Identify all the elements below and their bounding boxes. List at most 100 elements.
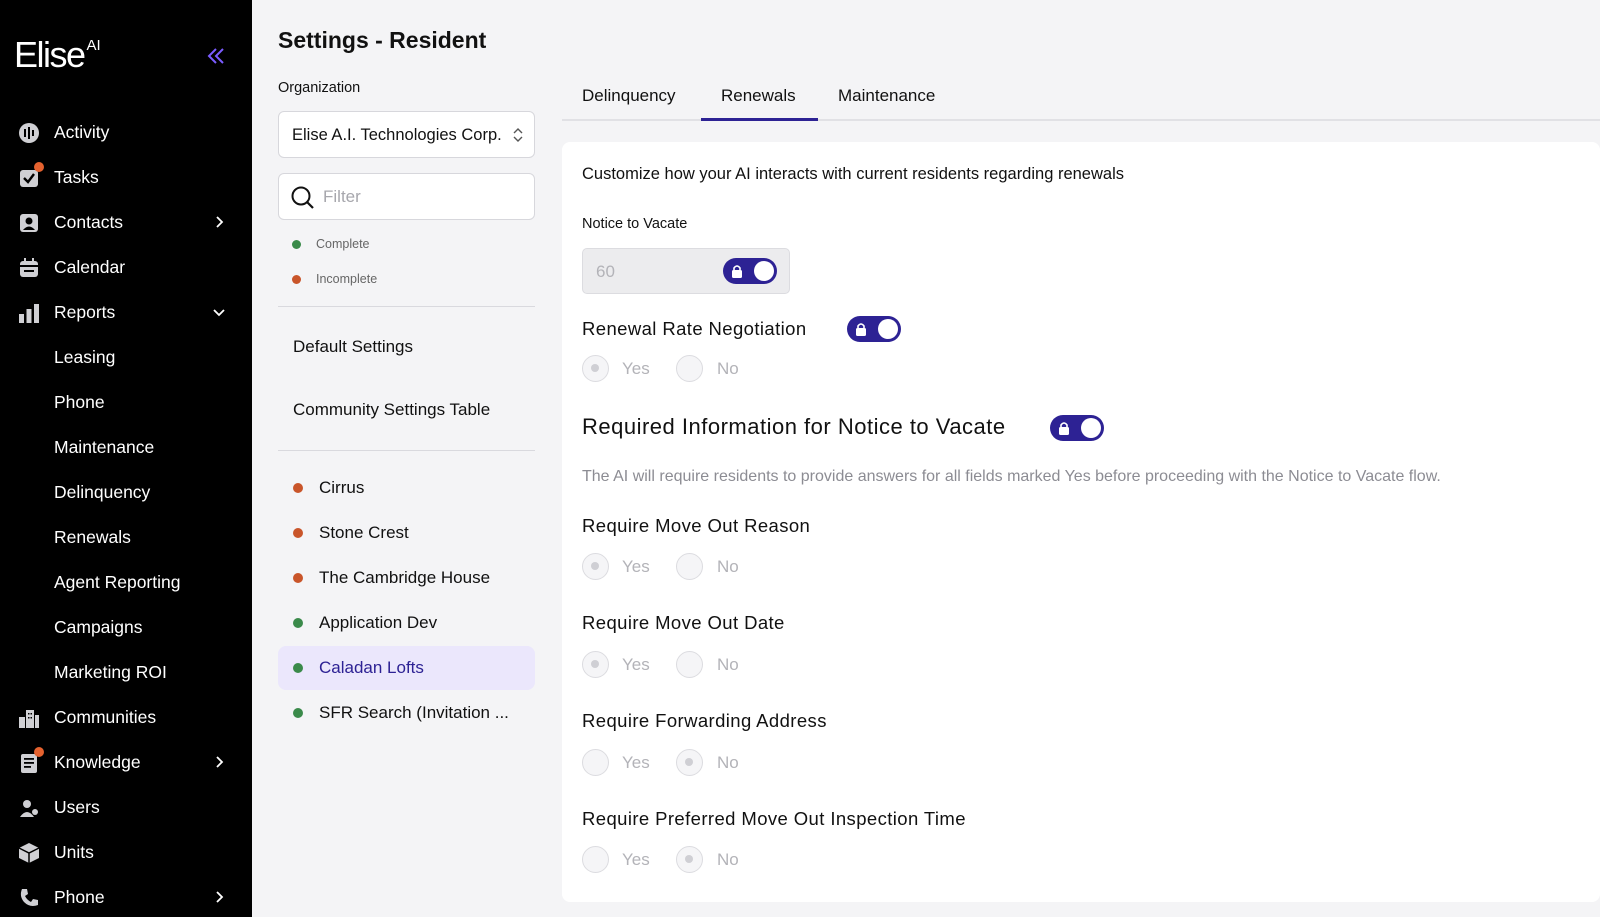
sidebar-item-phone-report[interactable]: Phone bbox=[0, 382, 252, 422]
sidebar-item-maintenance[interactable]: Maintenance bbox=[0, 427, 252, 467]
community-item-application-dev[interactable]: Application Dev bbox=[278, 601, 535, 645]
sidebar-item-label: Calendar bbox=[54, 256, 126, 277]
status-dot-complete bbox=[293, 708, 303, 718]
forwarding-address-no-radio[interactable] bbox=[676, 749, 703, 776]
tab-renewals[interactable]: Renewals bbox=[721, 86, 796, 106]
renewal-rate-negotiation-no-radio[interactable] bbox=[676, 355, 703, 382]
sidebar-item-tasks[interactable]: Tasks bbox=[0, 157, 252, 197]
community-name: SFR Search (Invitation ... bbox=[319, 703, 509, 722]
move-out-date-no-radio[interactable] bbox=[676, 651, 703, 678]
filter-field[interactable] bbox=[278, 173, 535, 220]
sidebar-item-delinquency[interactable]: Delinquency bbox=[0, 472, 252, 512]
sidebar-item-label: Communities bbox=[54, 706, 157, 727]
toggle-knob bbox=[878, 319, 898, 339]
sidebar-item-calendar[interactable]: Calendar bbox=[0, 247, 252, 287]
community-item-cirrus[interactable]: Cirrus bbox=[278, 466, 535, 510]
renewal-rate-negotiation-yes-radio[interactable] bbox=[582, 355, 609, 382]
sidebar-item-agent-reporting[interactable]: Agent Reporting bbox=[0, 562, 252, 602]
radio-label-no: No bbox=[717, 655, 739, 674]
required-information-lock-toggle[interactable] bbox=[1050, 415, 1104, 441]
require-forwarding-address-title: Require Forwarding Address bbox=[582, 710, 827, 731]
community-name: Cirrus bbox=[319, 478, 365, 497]
sidebar-item-communities[interactable]: Communities bbox=[0, 697, 252, 737]
renewals-intro-text: Customize how your AI interacts with cur… bbox=[582, 165, 1124, 183]
communities-icon bbox=[19, 710, 39, 728]
lock-icon bbox=[856, 323, 866, 336]
require-move-out-reason-title: Require Move Out Reason bbox=[582, 515, 811, 536]
page-title: Settings - Resident bbox=[278, 27, 487, 53]
divider bbox=[278, 306, 535, 307]
default-settings-link[interactable]: Default Settings bbox=[293, 337, 413, 357]
renewal-rate-negotiation-title: Renewal Rate Negotiation bbox=[582, 318, 807, 339]
sidebar-item-label: Tasks bbox=[54, 166, 99, 187]
status-dot-complete bbox=[293, 663, 303, 673]
logo-suffix: AI bbox=[86, 37, 101, 54]
required-information-description: The AI will require residents to provide… bbox=[582, 468, 1441, 485]
legend-complete: Complete bbox=[292, 237, 370, 251]
organization-select[interactable]: Elise A.I. Technologies Corp. bbox=[278, 111, 535, 158]
sidebar-item-activity[interactable]: Activity bbox=[0, 112, 252, 152]
radio-label-no: No bbox=[717, 850, 739, 869]
sidebar-item-phone[interactable]: Phone bbox=[0, 877, 252, 917]
sidebar-item-label: Delinquency bbox=[54, 481, 151, 502]
status-dot-incomplete bbox=[293, 573, 303, 583]
toggle-knob bbox=[1081, 418, 1101, 438]
sidebar-item-contacts[interactable]: Contacts bbox=[0, 202, 252, 242]
sidebar-item-label: Activity bbox=[54, 121, 110, 142]
tab-delinquency[interactable]: Delinquency bbox=[582, 86, 676, 106]
community-item-caladan-lofts[interactable]: Caladan Lofts bbox=[278, 646, 535, 690]
status-dot-complete bbox=[293, 618, 303, 628]
community-settings-table-link[interactable]: Community Settings Table bbox=[293, 400, 490, 420]
sidebar-item-label: Renewals bbox=[54, 526, 131, 547]
sidebar-item-label: Maintenance bbox=[54, 436, 155, 457]
legend-incomplete: Incomplete bbox=[292, 272, 377, 286]
tab-maintenance[interactable]: Maintenance bbox=[838, 86, 935, 106]
reports-icon bbox=[19, 304, 39, 323]
move-out-reason-yes-radio[interactable] bbox=[582, 553, 609, 580]
sidebar-item-label: Marketing ROI bbox=[54, 661, 167, 682]
active-tab-indicator bbox=[701, 118, 818, 121]
move-out-reason-no-radio[interactable] bbox=[676, 553, 703, 580]
search-icon bbox=[291, 186, 314, 209]
legend-label: Incomplete bbox=[316, 272, 378, 286]
radio-label-no: No bbox=[717, 359, 739, 378]
sidebar-item-units[interactable]: Units bbox=[0, 832, 252, 872]
community-item-sfr-search[interactable]: SFR Search (Invitation ... bbox=[278, 691, 535, 735]
sidebar-item-label: Knowledge bbox=[54, 751, 141, 772]
contacts-icon bbox=[20, 214, 38, 232]
notice-to-vacate-lock-toggle[interactable] bbox=[723, 258, 777, 284]
move-out-date-yes-radio[interactable] bbox=[582, 651, 609, 678]
sidebar-item-leasing[interactable]: Leasing bbox=[0, 337, 252, 377]
community-name: Application Dev bbox=[319, 613, 438, 632]
sidebar-item-campaigns[interactable]: Campaigns bbox=[0, 607, 252, 647]
community-name: Stone Crest bbox=[319, 523, 409, 542]
required-information-title: Required Information for Notice to Vacat… bbox=[582, 414, 1006, 439]
community-item-the-cambridge-house[interactable]: The Cambridge House bbox=[278, 556, 535, 600]
sidebar-item-label: Reports bbox=[54, 301, 116, 322]
radio-label-yes: Yes bbox=[622, 655, 650, 674]
sidebar-item-marketing-roi[interactable]: Marketing ROI bbox=[0, 652, 252, 692]
sidebar-item-label: Agent Reporting bbox=[54, 571, 181, 592]
filter-input[interactable] bbox=[323, 184, 523, 210]
radio-label-no: No bbox=[717, 753, 739, 772]
sidebar-item-label: Users bbox=[54, 796, 100, 817]
elise-ai-logo[interactable]: Elise AI bbox=[14, 34, 101, 76]
sidebar-item-renewals[interactable]: Renewals bbox=[0, 517, 252, 557]
toggle-knob bbox=[754, 261, 774, 281]
community-name: The Cambridge House bbox=[319, 568, 491, 587]
status-dot-complete bbox=[292, 239, 301, 249]
sidebar-item-knowledge[interactable]: Knowledge bbox=[0, 742, 252, 782]
sidebar-item-reports[interactable]: Reports bbox=[0, 292, 252, 332]
community-item-stone-crest[interactable]: Stone Crest bbox=[278, 511, 535, 555]
require-inspection-time-title: Require Preferred Move Out Inspection Ti… bbox=[582, 808, 966, 829]
sidebar-item-users[interactable]: Users bbox=[0, 787, 252, 827]
inspection-time-yes-radio[interactable] bbox=[582, 846, 609, 873]
inspection-time-no-radio[interactable] bbox=[676, 846, 703, 873]
renewal-rate-negotiation-lock-toggle[interactable] bbox=[847, 316, 901, 342]
calendar-icon bbox=[20, 258, 38, 277]
users-icon bbox=[20, 800, 38, 817]
forwarding-address-yes-radio[interactable] bbox=[582, 749, 609, 776]
chevron-right-icon bbox=[216, 891, 224, 903]
collapse-sidebar-button[interactable] bbox=[204, 44, 228, 68]
phone-icon bbox=[20, 889, 38, 906]
